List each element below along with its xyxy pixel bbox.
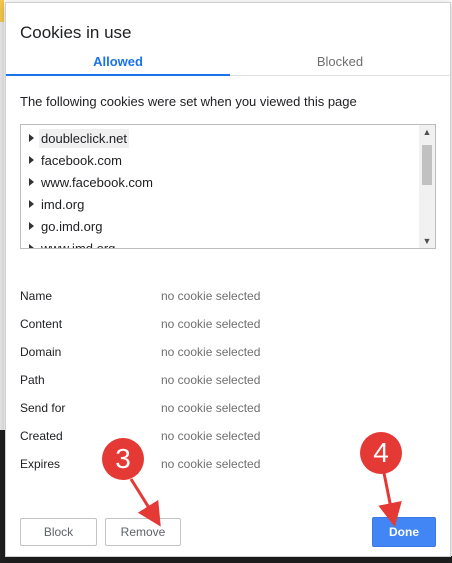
expand-arrow-icon[interactable] <box>29 222 34 230</box>
cookie-tree[interactable]: doubleclick.net facebook.com www.faceboo… <box>20 124 436 249</box>
detail-row-name: Name no cookie selected <box>20 283 440 311</box>
cookie-tree-items: doubleclick.net facebook.com www.faceboo… <box>21 125 419 249</box>
cookie-domain: doubleclick.net <box>39 128 129 148</box>
step-4-callout: 4 <box>360 432 402 474</box>
detail-row-send-for: Send for no cookie selected <box>20 395 440 423</box>
detail-label: Name <box>20 289 53 303</box>
block-button[interactable]: Block <box>20 518 97 546</box>
remove-button[interactable]: Remove <box>105 518 181 546</box>
expand-arrow-icon[interactable] <box>29 156 34 164</box>
detail-value: no cookie selected <box>161 373 261 387</box>
expand-arrow-icon[interactable] <box>29 244 34 248</box>
expand-arrow-icon[interactable] <box>29 134 34 142</box>
cookie-domain: facebook.com <box>41 152 122 168</box>
cookie-tree-item[interactable]: go.imd.org <box>21 215 419 237</box>
detail-value: no cookie selected <box>161 457 261 471</box>
cookie-tree-item[interactable]: facebook.com <box>21 149 419 171</box>
cookie-domain: go.imd.org <box>41 218 103 234</box>
expand-arrow-icon[interactable] <box>29 200 34 208</box>
background-page-edge <box>0 556 452 563</box>
detail-value: no cookie selected <box>161 429 261 443</box>
detail-label: Send for <box>20 401 66 415</box>
scrollbar-thumb[interactable] <box>422 145 432 185</box>
cookie-domain: www.imd.org <box>41 240 116 249</box>
detail-row-content: Content no cookie selected <box>20 311 440 339</box>
detail-label: Content <box>20 317 63 331</box>
scroll-down-arrow-icon[interactable]: ▼ <box>419 234 435 248</box>
cookie-domain: imd.org <box>41 196 85 212</box>
expand-arrow-icon[interactable] <box>29 178 34 186</box>
detail-label: Created <box>20 429 63 443</box>
detail-value: no cookie selected <box>161 317 261 331</box>
background-page-edge <box>0 0 4 22</box>
step-3-callout: 3 <box>102 438 144 480</box>
vertical-scrollbar[interactable]: ▲ ▼ <box>419 125 435 248</box>
detail-row-path: Path no cookie selected <box>20 367 440 395</box>
detail-label: Domain <box>20 345 62 359</box>
cookie-tree-item[interactable]: www.facebook.com <box>21 171 419 193</box>
cookie-tree-item[interactable]: doubleclick.net <box>21 127 419 149</box>
detail-value: no cookie selected <box>161 401 261 415</box>
scroll-up-arrow-icon[interactable]: ▲ <box>419 125 435 139</box>
detail-value: no cookie selected <box>161 289 261 303</box>
cookie-domain: www.facebook.com <box>41 174 153 190</box>
cookie-tree-item[interactable]: www.imd.org <box>21 237 419 249</box>
dialog-title: Cookies in use <box>20 23 132 42</box>
detail-row-domain: Domain no cookie selected <box>20 339 440 367</box>
detail-value: no cookie selected <box>161 345 261 359</box>
detail-label: Expires <box>20 457 61 471</box>
detail-label: Path <box>20 373 45 387</box>
tab-blocked[interactable]: Blocked <box>230 47 450 75</box>
description-text: The following cookies were set when you … <box>20 94 357 109</box>
tab-bar: Allowed Blocked <box>6 47 450 76</box>
done-button[interactable]: Done <box>372 517 436 547</box>
cookie-tree-item[interactable]: imd.org <box>21 193 419 215</box>
tab-allowed[interactable]: Allowed <box>6 47 230 76</box>
